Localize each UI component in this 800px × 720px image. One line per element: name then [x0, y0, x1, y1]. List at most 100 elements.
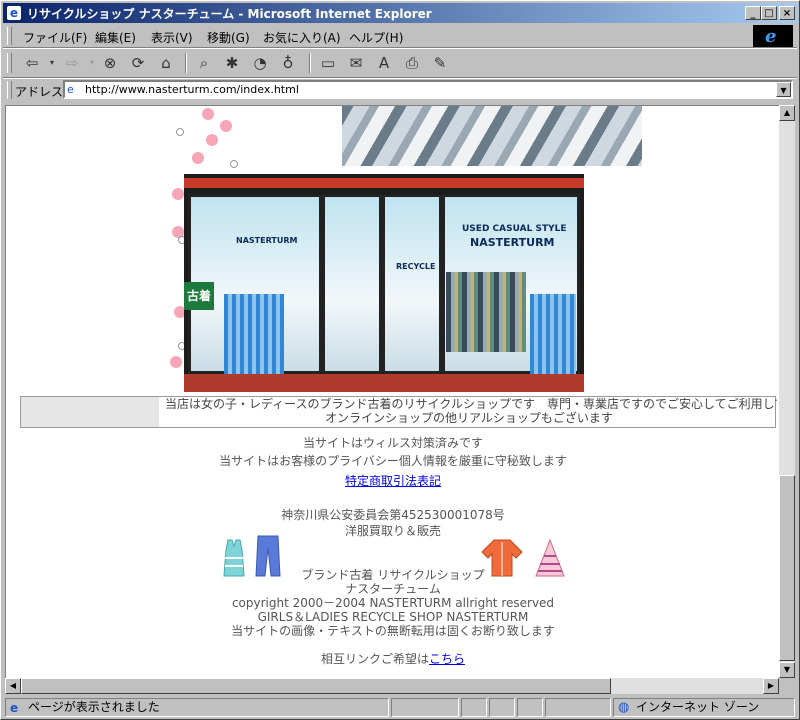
store-stripe-left — [224, 294, 284, 374]
menu-go[interactable]: 移動(G) — [207, 29, 250, 46]
mail-icon[interactable]: ✉ — [345, 52, 367, 74]
status-panel-6 — [545, 698, 611, 717]
scroll-down-icon[interactable]: ▼ — [779, 662, 795, 678]
page-icon: e — [67, 83, 74, 96]
notice-text: 当サイトの画像・テキストの無断転用は固くお断り致します — [231, 624, 555, 638]
vertical-scroll-thumb[interactable] — [779, 475, 795, 661]
info-left-cell — [21, 397, 159, 427]
home-icon[interactable]: ⌂ — [155, 52, 177, 74]
history-icon[interactable]: ◔ — [249, 52, 271, 74]
status-page-icon: e — [10, 701, 19, 715]
browser-window: e リサイクルショップ ナスターチューム - Microsoft Interne… — [0, 0, 800, 720]
title-bar[interactable]: e リサイクルショップ ナスターチューム - Microsoft Interne… — [3, 3, 797, 23]
mutual-link[interactable]: こちら — [429, 652, 465, 666]
toolbar-separator — [309, 53, 311, 73]
privacy-notice: 当サイトはお客様のプライバシー個人情報を厳重に守秘致します — [219, 454, 567, 468]
toolbar: ⇦ ▾ ⇨ ▾ ⊗ ⟳ ⌂ ⌕ ✱ ◔ ♁ ▭ ✉ A ⎙ ✎ — [3, 49, 797, 77]
globe-icon: ◍ — [618, 700, 630, 715]
status-panel-4 — [489, 698, 515, 717]
toolbar-grip — [7, 53, 12, 73]
print-icon[interactable]: ⎙ — [401, 52, 423, 74]
status-panel-3 — [461, 698, 487, 717]
store-floor — [184, 374, 584, 392]
zone-text: インターネット ゾーン — [636, 700, 760, 714]
status-panel-2 — [391, 698, 459, 717]
menu-bar: ファイル(F) 編集(E) 表示(V) 移動(G) お気に入り(A) ヘルプ(H… — [3, 25, 797, 47]
favorites-icon[interactable]: ✱ — [221, 52, 243, 74]
clothes-photo — [342, 106, 642, 166]
flower-decoration — [206, 134, 218, 146]
back-icon[interactable]: ⇦ — [21, 52, 43, 74]
mutual-link-line: 相互リンクご希望はこちら — [6, 650, 780, 667]
back-dropdown-icon[interactable]: ▾ — [41, 52, 63, 74]
mutual-link-prefix: 相互リンクご希望は — [320, 652, 429, 666]
address-dropdown-icon[interactable]: ▼ — [776, 82, 791, 97]
law-link-wrapper: 特定商取引法表記 — [6, 472, 780, 489]
flower-decoration — [172, 188, 184, 200]
toolbar-separator — [185, 53, 187, 73]
address-label: アドレス — [15, 85, 64, 99]
maximize-button[interactable]: □ — [761, 6, 777, 20]
store-sign-1: USED CASUAL STYLE — [462, 224, 567, 234]
window-title: リサイクルショップ ナスターチューム - Microsoft Internet … — [27, 7, 432, 21]
info-line-1: 当店は女の子・レディースのブランド古着のリサイクルショップです 専門・専業店です… — [165, 397, 777, 411]
info-text: 当店は女の子・レディースのブランド古着のリサイクルショップです 専門・専業店です… — [161, 397, 777, 427]
menu-edit[interactable]: 編集(E) — [95, 29, 136, 46]
flower-decoration — [170, 356, 182, 368]
address-input[interactable]: e http://www.nasterturm.com/index.html ▼ — [63, 80, 793, 99]
flower-decoration — [192, 152, 204, 164]
edit-icon[interactable]: ✎ — [429, 52, 451, 74]
ie-logo-icon: e — [753, 25, 793, 47]
menu-file[interactable]: ファイル(F) — [23, 29, 87, 46]
status-text-panel: e ページが表示されました — [5, 698, 389, 717]
close-button[interactable]: × — [779, 6, 795, 20]
store-door-left — [322, 194, 382, 374]
fullscreen-icon[interactable]: ▭ — [317, 52, 339, 74]
store-sign-3: NASTERTURM — [236, 236, 298, 245]
page-viewport: USED CASUAL STYLE NASTERTURM NASTERTURM … — [5, 105, 780, 679]
font-icon[interactable]: A — [373, 52, 395, 74]
store-sign-4: RECYCLE — [396, 262, 436, 271]
horizontal-scroll-thumb[interactable] — [21, 678, 611, 694]
menu-help[interactable]: ヘルプ(H) — [349, 29, 403, 46]
minimize-button[interactable]: _ — [745, 6, 761, 20]
scroll-up-icon[interactable]: ▲ — [779, 105, 795, 121]
store-awning — [184, 178, 584, 188]
address-url[interactable]: http://www.nasterturm.com/index.html — [85, 83, 299, 96]
clothing-rack — [446, 272, 526, 352]
business-text: 洋服買取り＆販売 — [344, 524, 441, 538]
flower-decoration — [202, 108, 214, 120]
license-text: 神奈川県公安委員会第452530001078号 — [281, 508, 505, 522]
store-stripe-right — [530, 294, 576, 374]
ie-page-icon: e — [7, 6, 21, 20]
store-green-sign: 古着 — [184, 282, 214, 310]
refresh-icon[interactable]: ⟳ — [127, 52, 149, 74]
scroll-right-icon[interactable]: ▶ — [763, 678, 779, 694]
scroll-left-icon[interactable]: ◀ — [5, 678, 21, 694]
vertical-scrollbar[interactable]: ▲ ▼ — [779, 105, 795, 678]
law-link[interactable]: 特定商取引法表記 — [345, 474, 441, 488]
bead-decoration — [230, 160, 238, 168]
search-icon[interactable]: ⌕ — [193, 52, 215, 74]
status-panel-5 — [517, 698, 543, 717]
menu-favorites[interactable]: お気に入り(A) — [263, 29, 341, 46]
forward-icon[interactable]: ⇨ — [61, 52, 83, 74]
bead-decoration — [176, 128, 184, 136]
channels-icon[interactable]: ♁ — [277, 52, 299, 74]
store-sign-2: NASTERTURM — [470, 236, 555, 249]
menu-grip — [7, 27, 12, 45]
status-bar: e ページが表示されました ◍ インターネット ゾーン — [3, 697, 797, 719]
virus-notice: 当サイトはウィルス対策済みです — [302, 436, 483, 450]
scroll-corner — [779, 678, 795, 694]
stop-icon[interactable]: ⊗ — [99, 52, 121, 74]
address-grip — [7, 81, 12, 99]
info-line-2: オンラインショップの他リアルショップもございます — [325, 411, 613, 425]
flower-decoration — [220, 120, 232, 132]
info-row: 当店は女の子・レディースのブランド古着のリサイクルショップです 専門・専業店です… — [20, 396, 777, 428]
address-bar: アドレス e http://www.nasterturm.com/index.h… — [3, 79, 797, 101]
menu-view[interactable]: 表示(V) — [151, 29, 193, 46]
zone-panel: ◍ インターネット ゾーン — [613, 698, 795, 717]
horizontal-scrollbar[interactable]: ◀ ▶ — [5, 678, 779, 694]
store-door-right — [382, 194, 442, 374]
storefront-photo: USED CASUAL STYLE NASTERTURM NASTERTURM … — [184, 174, 584, 392]
